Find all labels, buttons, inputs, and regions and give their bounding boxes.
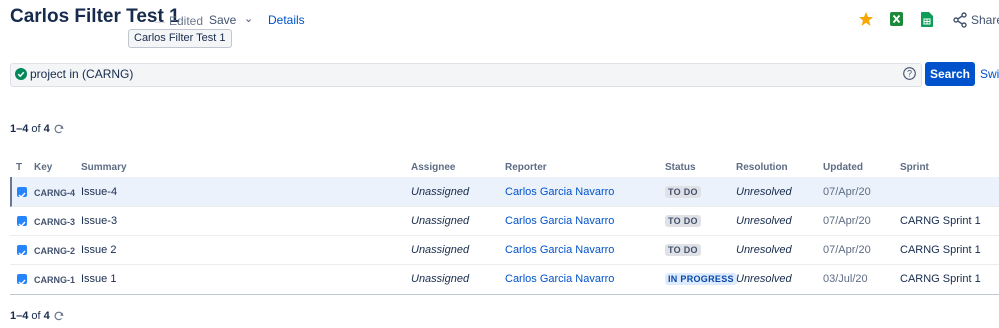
column-header-key[interactable]: Key [34, 162, 52, 173]
title-tooltip: Carlos Filter Test 1 [128, 29, 232, 48]
issue-type-task-icon [17, 274, 27, 286]
issue-key[interactable]: CARNG-1 [34, 273, 75, 287]
column-header-resolution[interactable]: Resolution [736, 162, 788, 173]
column-header-status[interactable]: Status [665, 162, 696, 173]
check-circle-icon [15, 68, 27, 80]
results-total: 4 [43, 310, 50, 322]
issue-reporter[interactable]: Carlos Garcia Navarro [505, 185, 614, 199]
issue-updated: 07/Apr/20 [823, 186, 871, 198]
jql-search-input[interactable] [10, 63, 922, 87]
results-range: 1–4 [10, 310, 29, 322]
column-header-sprint[interactable]: Sprint [900, 162, 929, 173]
results-count-top: 1–4 of 4 [10, 123, 50, 135]
status-badge: IN PROGRESS [665, 273, 737, 285]
google-sheets-icon[interactable] [921, 12, 933, 27]
help-icon[interactable]: ? [903, 67, 916, 80]
issue-assignee: Unassigned [411, 273, 470, 285]
issue-sprint: CARNG Sprint 1 [900, 273, 981, 285]
issue-updated: 07/Apr/20 [823, 215, 871, 227]
results-total: 4 [43, 123, 50, 135]
issue-summary[interactable]: Issue 2 [81, 243, 116, 257]
column-header-assignee[interactable]: Assignee [411, 162, 455, 173]
issue-resolution: Unresolved [736, 273, 792, 285]
results-count-bottom: 1–4 of 4 [10, 310, 50, 322]
issue-resolution: Unresolved [736, 186, 792, 198]
issue-key[interactable]: CARNG-3 [34, 215, 75, 229]
issue-assignee: Unassigned [411, 215, 470, 227]
issue-type-task-icon [17, 245, 27, 257]
svg-text:?: ? [907, 69, 912, 79]
status-badge: TO DO [665, 215, 701, 227]
issue-resolution: Unresolved [736, 215, 792, 227]
excel-icon[interactable] [890, 12, 903, 26]
share-button[interactable]: Share [971, 13, 999, 27]
issue-key[interactable]: CARNG-2 [34, 244, 75, 258]
results-of: of [31, 123, 41, 135]
save-options-chevron-down-icon[interactable]: ⌄ [244, 12, 253, 25]
issue-type-task-icon [17, 216, 27, 228]
issue-reporter[interactable]: Carlos Garcia Navarro [505, 214, 614, 228]
share-icon[interactable] [952, 12, 968, 28]
column-header-type[interactable]: T [16, 162, 22, 173]
save-button[interactable]: Save [209, 13, 236, 27]
issue-summary[interactable]: Issue-4 [81, 185, 117, 199]
issue-reporter[interactable]: Carlos Garcia Navarro [505, 243, 614, 257]
column-header-updated[interactable]: Updated [823, 162, 863, 173]
issue-assignee: Unassigned [411, 186, 470, 198]
refresh-icon[interactable] [54, 311, 64, 321]
issue-summary[interactable]: Issue-3 [81, 214, 117, 228]
issue-sprint: CARNG Sprint 1 [900, 215, 981, 227]
results-of: of [31, 310, 41, 322]
issue-sprint: CARNG Sprint 1 [900, 244, 981, 256]
status-badge: TO DO [665, 186, 701, 198]
issue-summary[interactable]: Issue 1 [81, 272, 116, 286]
issue-type-task-icon [17, 187, 27, 199]
table-bottom-divider [10, 294, 999, 295]
star-icon[interactable] [858, 11, 874, 27]
search-button[interactable]: Search [925, 62, 975, 86]
edited-indicator: Edited [155, 14, 203, 28]
issue-key[interactable]: CARNG-4 [34, 186, 75, 200]
results-range: 1–4 [10, 123, 29, 135]
issue-reporter[interactable]: Carlos Garcia Navarro [505, 272, 614, 286]
refresh-icon[interactable] [54, 124, 64, 134]
issue-updated: 03/Jul/20 [823, 273, 868, 285]
column-header-reporter[interactable]: Reporter [505, 162, 547, 173]
issue-resolution: Unresolved [736, 244, 792, 256]
details-link[interactable]: Details [268, 13, 305, 27]
issue-assignee: Unassigned [411, 244, 470, 256]
column-header-summary[interactable]: Summary [81, 162, 127, 173]
jql-query-text[interactable]: project in (CARNG) [30, 67, 133, 81]
status-badge: TO DO [665, 244, 701, 256]
issue-updated: 07/Apr/20 [823, 244, 871, 256]
switch-search-mode-link[interactable]: Swit [980, 67, 999, 81]
